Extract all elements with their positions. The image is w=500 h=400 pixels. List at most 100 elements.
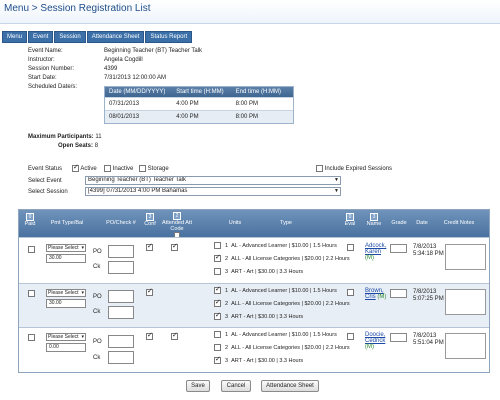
po-label: PO bbox=[93, 294, 102, 300]
paid-count-badge: 0 bbox=[26, 213, 34, 221]
cancel-button[interactable]: Cancel bbox=[221, 380, 251, 392]
balance-field[interactable]: 30.00 bbox=[46, 299, 86, 308]
paid-header: 0 Paid bbox=[23, 213, 37, 227]
schedule-end: 8:00 PM bbox=[235, 114, 258, 120]
reg-time-value: 5:07:25 PM bbox=[413, 296, 444, 302]
schedule-row: 07/31/2013 4:00 PM 8:00 PM bbox=[105, 97, 293, 110]
active-checkbox[interactable] bbox=[72, 163, 79, 172]
storage-checkbox[interactable] bbox=[139, 165, 146, 172]
unit-type: AL - Advanced Learner | $10.00 | 1.5 Hou… bbox=[231, 331, 337, 338]
eval-checkbox[interactable] bbox=[347, 289, 354, 296]
select-session-row: Select Session [4399] 07/31/2013 4:00 PM… bbox=[28, 187, 341, 197]
attendance-sheet-button[interactable]: Attendance Sheet bbox=[261, 380, 319, 392]
grade-field[interactable] bbox=[390, 333, 407, 342]
check-number-field[interactable] bbox=[108, 351, 134, 364]
select-session-label: Select Session bbox=[28, 189, 68, 195]
reg-time-value: 5:51:04 PM bbox=[413, 340, 444, 346]
grade-header: Grade bbox=[391, 220, 407, 226]
select-event-label: Select Event bbox=[28, 178, 62, 184]
status-storage-option[interactable]: Storage bbox=[139, 165, 169, 172]
reg-time-value: 5:34:18 PM bbox=[413, 251, 444, 257]
unit-checkbox[interactable] bbox=[214, 311, 221, 320]
save-button[interactable]: Save bbox=[186, 380, 210, 392]
conf-checkbox[interactable] bbox=[146, 242, 153, 251]
unit-checkbox[interactable] bbox=[214, 331, 221, 338]
attended-checkbox[interactable] bbox=[171, 242, 178, 251]
check-number-field[interactable] bbox=[108, 306, 134, 319]
include-expired-checkbox[interactable] bbox=[316, 165, 323, 172]
page-header: Menu > Session Registration List bbox=[0, 0, 500, 24]
unit-checkbox[interactable] bbox=[214, 253, 221, 262]
instructor-value: Angela Cogdill bbox=[104, 57, 143, 63]
credit-notes-field[interactable] bbox=[445, 333, 486, 359]
grade-field[interactable] bbox=[390, 289, 407, 298]
eval-checkbox[interactable] bbox=[347, 244, 354, 251]
participant-name[interactable]: Brown, Cris (M) bbox=[365, 288, 386, 300]
balance-field[interactable]: 0.00 bbox=[46, 343, 86, 352]
event-status-row: Event Status Active Inactive Storage Inc… bbox=[28, 163, 488, 175]
pmt-type-select[interactable]: Please Select bbox=[46, 289, 86, 297]
eval-count-badge: 0 bbox=[346, 213, 354, 221]
grid-header: 0 Paid Pmt Type/Bal PO/Check # 3 Conf 2 … bbox=[19, 210, 489, 238]
po-field[interactable] bbox=[108, 290, 134, 303]
title-text: Session Registration List bbox=[40, 3, 151, 14]
reg-date-value: 7/8/2013 bbox=[413, 333, 437, 339]
pmt-type-select[interactable]: Please Select bbox=[46, 333, 86, 341]
units-header: Units bbox=[228, 220, 242, 226]
menu-link[interactable]: Menu bbox=[4, 3, 29, 14]
max-participants-label: Maximum Participants: bbox=[28, 134, 94, 140]
eval-header: 0 Eval bbox=[343, 213, 357, 227]
unit-number: 1 bbox=[225, 331, 229, 338]
start-date-label: Start Date: bbox=[28, 75, 57, 81]
participant-name[interactable]: Adcock, Karen (M) bbox=[365, 243, 386, 261]
credit-notes-field[interactable] bbox=[445, 289, 486, 315]
paid-checkbox[interactable] bbox=[28, 334, 35, 341]
conf-checkbox[interactable] bbox=[146, 331, 153, 340]
unit-line: 1 AL - Advanced Learner | $10.00 | 1.5 H… bbox=[214, 242, 337, 249]
grade-field[interactable] bbox=[390, 244, 407, 253]
unit-line: 2 ALL - All License Categories | $20.00 … bbox=[214, 344, 350, 351]
pmt-type-select[interactable]: Please Select bbox=[46, 244, 86, 252]
select-session-dropdown[interactable]: [4399] 07/31/2013 4:00 PM Bahamas ▼ bbox=[85, 187, 341, 196]
unit-line: 1 AL - Advanced Learner | $10.00 | 1.5 H… bbox=[214, 285, 337, 294]
attended-checkbox[interactable] bbox=[171, 331, 178, 340]
include-expired-option[interactable]: Include Expired Sessions bbox=[316, 165, 392, 172]
paid-checkbox[interactable] bbox=[28, 246, 35, 253]
tab-session[interactable]: Session bbox=[54, 31, 86, 43]
select-event-dropdown[interactable]: Beginning Teacher (BT) Teacher Talk ▼ bbox=[85, 176, 341, 185]
eval-checkbox[interactable] bbox=[347, 333, 354, 340]
credit-notes-field[interactable] bbox=[445, 244, 486, 270]
unit-checkbox[interactable] bbox=[214, 242, 221, 249]
chevron-down-icon: ▼ bbox=[334, 177, 339, 183]
check-number-field[interactable] bbox=[108, 261, 134, 274]
tab-status-report[interactable]: Status Report bbox=[145, 31, 193, 43]
unit-checkbox[interactable] bbox=[214, 285, 221, 294]
reg-date: 7/8/2013 5:51:04 PM bbox=[413, 333, 444, 347]
unit-checkbox[interactable] bbox=[214, 355, 221, 364]
po-field[interactable] bbox=[108, 245, 134, 258]
start-date-value: 7/31/2013 12:00:00 AM bbox=[104, 75, 167, 81]
unit-type: ALL - All License Categories | $20.00 | … bbox=[231, 255, 350, 262]
unit-checkbox[interactable] bbox=[214, 344, 221, 351]
schedule-row: 08/01/2013 4:00 PM 8:00 PM bbox=[105, 110, 293, 123]
select-session-value: [4399] 07/31/2013 4:00 PM Bahamas bbox=[88, 188, 188, 194]
tab-event[interactable]: Event bbox=[28, 31, 54, 43]
inactive-checkbox[interactable] bbox=[104, 165, 111, 172]
conf-checkbox[interactable] bbox=[146, 287, 153, 296]
balance-field[interactable]: 30.00 bbox=[46, 254, 86, 263]
paid-checkbox[interactable] bbox=[28, 290, 35, 297]
name-first[interactable]: Cris bbox=[365, 294, 376, 300]
unit-checkbox[interactable] bbox=[214, 268, 221, 275]
po-field[interactable] bbox=[108, 335, 134, 348]
tab-attendance-sheet[interactable]: Attendance Sheet bbox=[86, 31, 145, 43]
title-separator: > bbox=[31, 3, 38, 14]
schedule-start: 4:00 PM bbox=[176, 114, 199, 120]
unit-checkbox[interactable] bbox=[214, 298, 221, 307]
unit-line: 3 ART - Art | $30.00 | 3.3 Hours bbox=[214, 268, 303, 275]
status-inactive-option[interactable]: Inactive bbox=[104, 165, 133, 172]
name-tag: (M) bbox=[365, 255, 374, 261]
tab-menu[interactable]: Menu bbox=[2, 31, 28, 43]
participant-name[interactable]: Doocie, Cedrick (M) bbox=[365, 332, 385, 350]
unit-number: 3 bbox=[225, 313, 229, 320]
status-active-option[interactable]: Active bbox=[72, 163, 97, 172]
